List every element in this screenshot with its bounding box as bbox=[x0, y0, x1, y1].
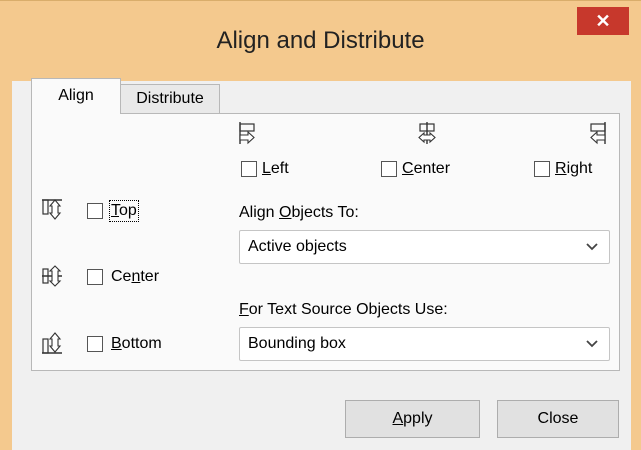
center-vertical-label: Center bbox=[111, 268, 160, 285]
right-checkbox[interactable] bbox=[534, 161, 550, 177]
align-tab-panel: Left Center Right Top Center Bottom Alig… bbox=[31, 113, 620, 371]
align-right-icon bbox=[586, 121, 608, 145]
align-objects-to-select[interactable]: Active objects bbox=[239, 230, 610, 264]
align-top-icon bbox=[41, 198, 63, 222]
align-objects-to-label: Align Objects To: bbox=[239, 204, 359, 221]
tab-align[interactable]: Align bbox=[31, 78, 121, 114]
align-bottom-icon bbox=[41, 331, 63, 355]
tab-distribute[interactable]: Distribute bbox=[120, 84, 220, 114]
align-distribute-dialog: Align and Distribute ✕ Align Distribute bbox=[0, 0, 641, 450]
chevron-down-icon bbox=[585, 337, 599, 351]
align-objects-to-value: Active objects bbox=[248, 238, 347, 255]
align-center-vertical-icon bbox=[41, 264, 63, 288]
window-frame-right bbox=[631, 80, 641, 450]
title-bar: Align and Distribute ✕ bbox=[0, 0, 641, 81]
tab-distribute-label: Distribute bbox=[136, 90, 204, 107]
center-vertical-checkbox[interactable] bbox=[87, 269, 103, 285]
top-checkbox[interactable] bbox=[87, 203, 103, 219]
window-close-button[interactable]: ✕ bbox=[577, 7, 629, 35]
align-center-horizontal-icon bbox=[416, 121, 438, 145]
close-icon: ✕ bbox=[595, 11, 611, 31]
top-label: Top bbox=[109, 200, 139, 222]
window-title: Align and Distribute bbox=[216, 27, 425, 54]
bottom-label: Bottom bbox=[111, 335, 162, 352]
left-checkbox[interactable] bbox=[241, 161, 257, 177]
left-label: Left bbox=[262, 160, 289, 177]
center-horizontal-label: Center bbox=[402, 160, 451, 177]
center-horizontal-checkbox[interactable] bbox=[381, 161, 397, 177]
text-source-label: For Text Source Objects Use: bbox=[239, 301, 448, 318]
bottom-checkbox[interactable] bbox=[87, 336, 103, 352]
close-button[interactable]: Close bbox=[497, 400, 619, 438]
text-source-value: Bounding box bbox=[248, 335, 346, 352]
tab-align-label: Align bbox=[58, 87, 94, 104]
window-frame-left bbox=[0, 80, 12, 450]
text-source-select[interactable]: Bounding box bbox=[239, 327, 610, 361]
align-left-icon bbox=[237, 121, 259, 145]
chevron-down-icon bbox=[585, 240, 599, 254]
right-label: Right bbox=[555, 160, 593, 177]
apply-button[interactable]: Apply bbox=[345, 400, 480, 438]
